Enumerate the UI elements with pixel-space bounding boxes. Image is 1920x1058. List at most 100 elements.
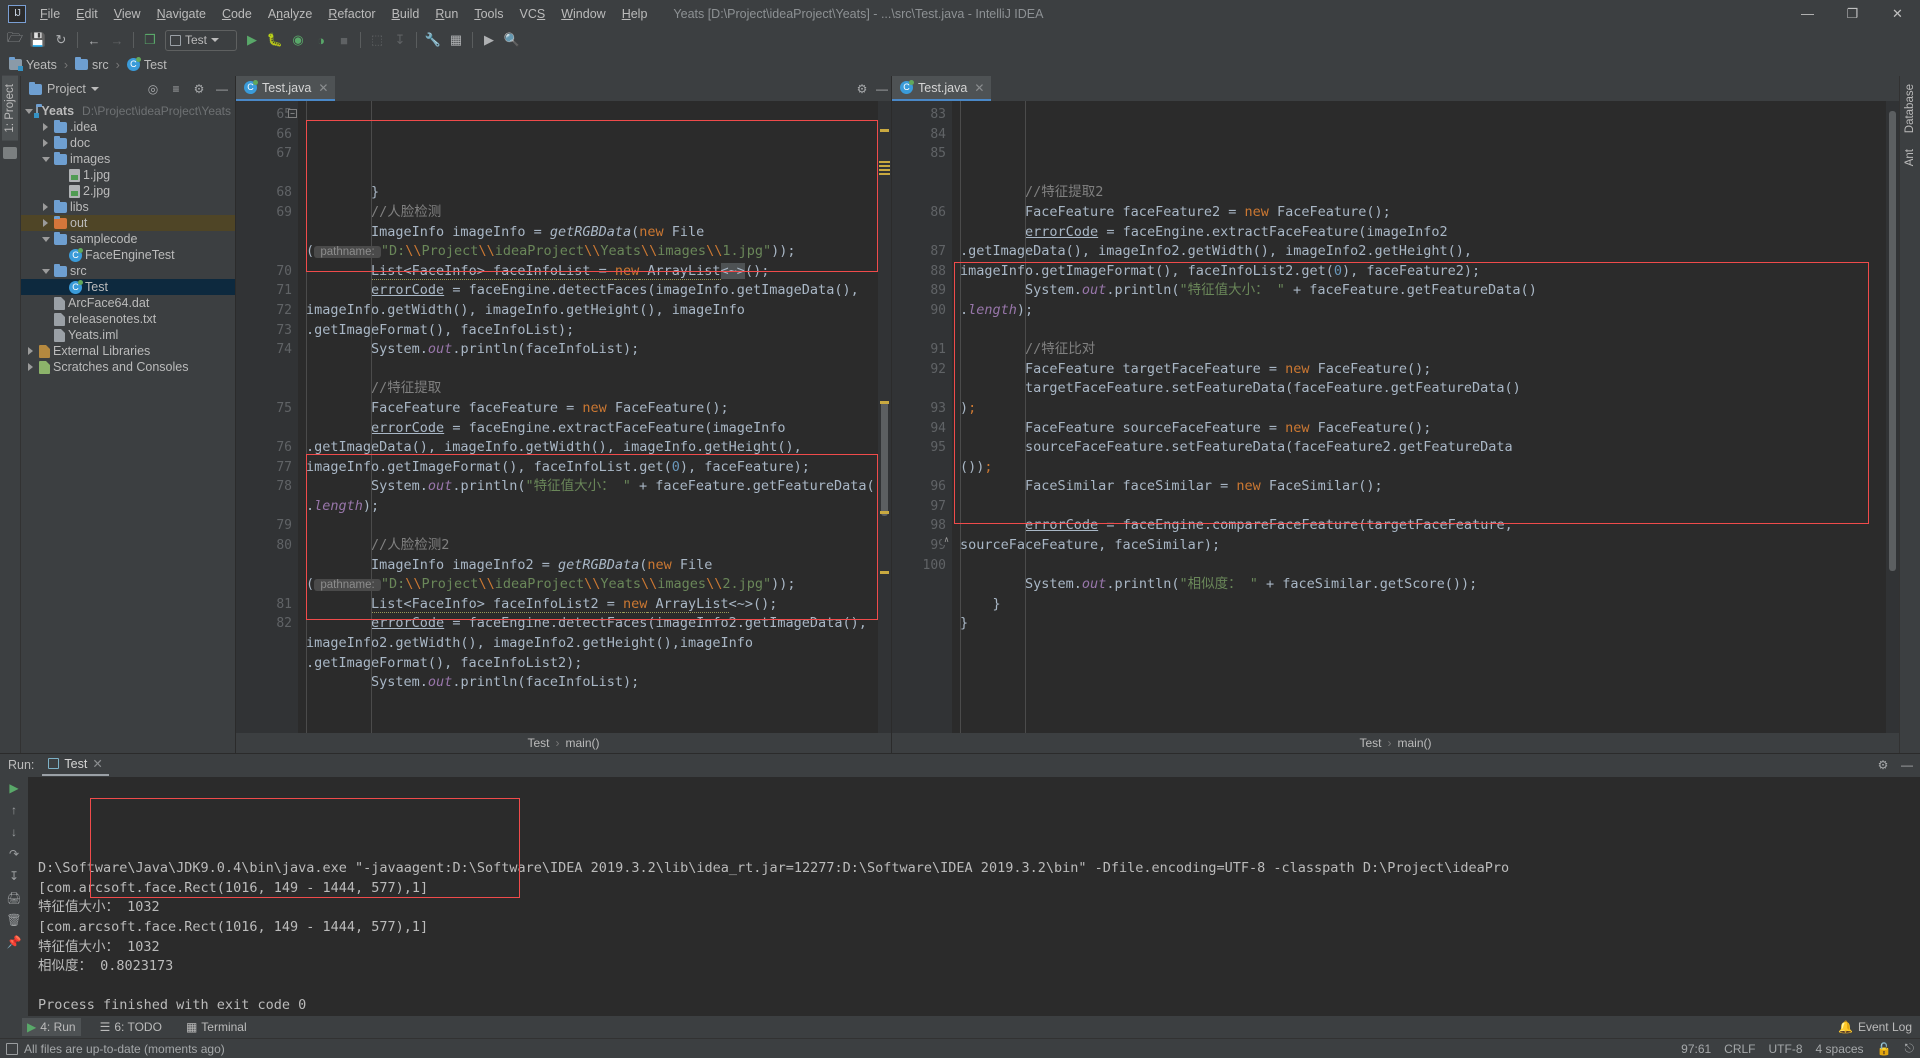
- tool-tab-ant[interactable]: Ant: [1902, 141, 1918, 174]
- panel-settings-icon[interactable]: ⚙: [190, 80, 208, 98]
- code-line[interactable]: }: [298, 183, 878, 203]
- code-line[interactable]: errorCode = faceEngine.compareFaceFeatur…: [952, 516, 1886, 536]
- tree-node-images[interactable]: images: [21, 151, 235, 167]
- code-line[interactable]: System.out.println("特征值大小： " + faceFeatu…: [298, 477, 878, 497]
- code-line[interactable]: //人脸检测: [298, 203, 878, 223]
- tree-node-arcface64-dat[interactable]: ArcFace64.dat: [21, 295, 235, 311]
- code-line[interactable]: errorCode = faceEngine.detectFaces(image…: [298, 614, 878, 634]
- menu-refactor[interactable]: Refactor: [320, 4, 383, 24]
- collapse-arrow-icon[interactable]: [25, 109, 33, 114]
- expand-arrow-icon[interactable]: [40, 203, 51, 211]
- code-line[interactable]: System.out.println(faceInfoList);: [298, 340, 878, 360]
- menu-code[interactable]: Code: [214, 4, 260, 24]
- close-tab-icon[interactable]: ✕: [318, 81, 328, 95]
- footer-class[interactable]: Test: [527, 736, 549, 750]
- code-line[interactable]: //特征比对: [952, 340, 1886, 360]
- code-line[interactable]: FaceFeature faceFeature2 = new FaceFeatu…: [952, 203, 1886, 223]
- code-line[interactable]: [298, 693, 878, 713]
- pin-icon[interactable]: 📌: [6, 935, 23, 950]
- hide-editor-icon[interactable]: —: [873, 80, 891, 98]
- tool-button-terminal[interactable]: ▦ Terminal: [181, 1018, 252, 1036]
- console-output[interactable]: D:\Software\Java\JDK9.0.4\bin\java.exe "…: [28, 777, 1920, 1016]
- scroll-up-icon[interactable]: ↑: [6, 803, 23, 818]
- editor-scrollbar-left[interactable]: [881, 401, 888, 516]
- chevron-down-icon[interactable]: [91, 87, 99, 91]
- expand-arrow-icon[interactable]: [25, 347, 36, 355]
- fold-toggle-icon[interactable]: ∧: [942, 536, 951, 545]
- attach-icon[interactable]: ⬚: [366, 29, 388, 51]
- debug-icon[interactable]: 🐛: [264, 29, 286, 51]
- minimize-icon[interactable]: —: [1785, 0, 1830, 27]
- indent-setting[interactable]: 4 spaces: [1816, 1042, 1864, 1056]
- tree-node-2-jpg[interactable]: 2.jpg: [21, 183, 235, 199]
- code-line[interactable]: [298, 360, 878, 380]
- stop-icon[interactable]: ■: [333, 29, 355, 51]
- folder-icon[interactable]: [3, 147, 17, 159]
- line-number-gutter-left[interactable]: 656667686970717273747576777879808182−: [236, 101, 298, 733]
- code-line[interactable]: //特征提取2: [952, 183, 1886, 203]
- expand-arrow-icon[interactable]: [25, 363, 36, 371]
- code-line[interactable]: FaceFeature faceFeature = new FaceFeatur…: [298, 399, 878, 419]
- code-line[interactable]: .length);: [298, 497, 878, 517]
- code-line[interactable]: ( pathname: "D:\\Project\\ideaProject\\Y…: [298, 575, 878, 595]
- search-everywhere-icon[interactable]: 🔍: [501, 29, 523, 51]
- expand-arrow-icon[interactable]: [40, 123, 51, 131]
- tree-node-libs[interactable]: libs: [21, 199, 235, 215]
- project-structure-icon[interactable]: ▦: [445, 29, 467, 51]
- code-content-left[interactable]: } //人脸检测 ImageInfo imageInfo = getRGBDat…: [298, 101, 878, 733]
- run-anything-icon[interactable]: ▶: [478, 29, 500, 51]
- breadcrumb-item-test[interactable]: C Test: [124, 57, 170, 73]
- hide-panel-icon[interactable]: —: [213, 80, 231, 98]
- caret-position[interactable]: 97:61: [1681, 1042, 1711, 1056]
- code-line[interactable]: ( pathname: "D:\\Project\\ideaProject\\Y…: [298, 242, 878, 262]
- code-line[interactable]: List<FaceInfo> faceInfoList = new ArrayL…: [298, 262, 878, 282]
- menu-build[interactable]: Build: [384, 4, 428, 24]
- code-line[interactable]: .length);: [952, 301, 1886, 321]
- event-log-button[interactable]: 🔔 Event Log: [1838, 1020, 1912, 1034]
- tree-node-yeats-iml[interactable]: Yeats.iml: [21, 327, 235, 343]
- menu-view[interactable]: View: [106, 4, 149, 24]
- code-line[interactable]: }: [952, 614, 1886, 634]
- hide-panel-icon[interactable]: —: [1898, 756, 1916, 774]
- print-icon[interactable]: 🖨: [6, 891, 23, 906]
- code-line[interactable]: errorCode = faceEngine.extractFaceFeatur…: [298, 419, 878, 439]
- code-line[interactable]: FaceFeature targetFaceFeature = new Face…: [952, 360, 1886, 380]
- scroll-down-icon[interactable]: ↓: [6, 825, 23, 840]
- collapse-arrow-icon[interactable]: [40, 157, 51, 162]
- code-line[interactable]: sourceFaceFeature, faceSimilar);: [952, 536, 1886, 556]
- editor-body-left[interactable]: 656667686970717273747576777879808182− } …: [236, 101, 891, 733]
- collapse-arrow-icon[interactable]: [40, 237, 51, 242]
- profile-icon[interactable]: ◑: [310, 29, 332, 51]
- menu-run[interactable]: Run: [427, 4, 466, 24]
- code-line[interactable]: ImageInfo imageInfo2 = getRGBData(new Fi…: [298, 556, 878, 576]
- marker[interactable]: [880, 511, 889, 514]
- menu-tools[interactable]: Tools: [466, 4, 511, 24]
- code-content-right[interactable]: //特征提取2 FaceFeature faceFeature2 = new F…: [952, 101, 1886, 733]
- tree-node-doc[interactable]: doc: [21, 135, 235, 151]
- code-analysis-icon[interactable]: [879, 161, 890, 172]
- editor-tab-test-java[interactable]: C Test.java ✕: [236, 76, 335, 101]
- scroll-to-end-icon[interactable]: ↧: [6, 869, 23, 884]
- menu-analyze[interactable]: Analyze: [260, 4, 320, 24]
- marker-lane-left[interactable]: [878, 101, 891, 733]
- soft-wrap-icon[interactable]: ↷: [6, 847, 23, 862]
- marker[interactable]: [880, 129, 889, 132]
- tree-node-test[interactable]: CTest: [21, 279, 235, 295]
- collapse-all-icon[interactable]: ≡: [167, 80, 185, 98]
- breadcrumb-item-src[interactable]: src: [72, 57, 112, 73]
- update-project-icon[interactable]: ↧: [389, 29, 411, 51]
- gear-icon[interactable]: ⚙: [853, 80, 871, 98]
- code-line[interactable]: System.out.println(faceInfoList);: [298, 673, 878, 693]
- marker-lane-right[interactable]: [1886, 101, 1899, 733]
- editor-scrollbar-right[interactable]: [1889, 111, 1896, 571]
- rerun-icon[interactable]: ▶: [6, 781, 23, 796]
- gear-icon[interactable]: ⚙: [1874, 756, 1892, 774]
- lock-icon[interactable]: 🔓: [1877, 1042, 1892, 1056]
- editor-body-right[interactable]: 8384858687888990919293949596979899100∧ /…: [892, 101, 1899, 733]
- breadcrumb-item-project[interactable]: Yeats: [6, 57, 60, 73]
- code-line[interactable]: }: [952, 595, 1886, 615]
- tool-tab-project[interactable]: 1: Project: [2, 76, 18, 141]
- code-line[interactable]: imageInfo.getImageFormat(), faceInfoList…: [952, 262, 1886, 282]
- code-line[interactable]: FaceFeature sourceFaceFeature = new Face…: [952, 419, 1886, 439]
- back-icon[interactable]: ←: [83, 29, 105, 51]
